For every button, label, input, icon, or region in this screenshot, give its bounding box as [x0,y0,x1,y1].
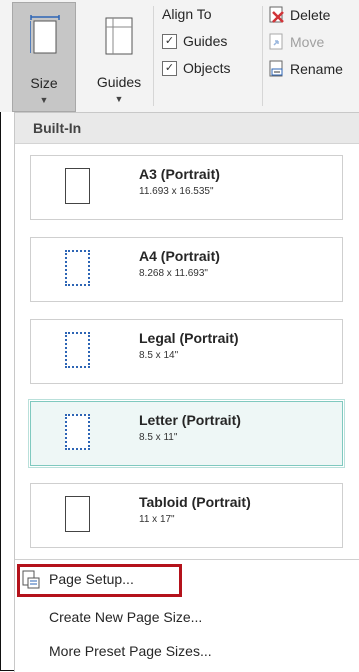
page-portrait-icon [65,414,90,450]
preset-dimensions: 8.268 x 11.693" [139,268,208,279]
delete-label: Delete [290,7,331,23]
preset-legal[interactable]: Legal (Portrait) 8.5 x 14" [30,319,343,384]
preset-name: A3 (Portrait) [139,166,220,182]
preset-a3[interactable]: A3 (Portrait) 11.693 x 16.535" [30,155,343,220]
move-page-icon [269,33,283,50]
preset-dimensions: 8.5 x 14" [139,350,179,361]
size-dropdown-panel: Built-In A3 (Portrait) 11.693 x 16.535" … [14,112,359,672]
checkmark-icon: ✓ [162,33,177,49]
preset-name: Tabloid (Portrait) [139,494,251,510]
rename-button[interactable]: Rename [268,60,343,78]
checkmark-icon: ✓ [162,60,177,76]
preset-a4[interactable]: A4 (Portrait) 8.268 x 11.693" [30,237,343,302]
menu-divider [15,559,359,560]
align-guides-label: Guides [183,33,228,49]
preset-tabloid[interactable]: Tabloid (Portrait) 11 x 17" [30,483,343,548]
ribbon: Size ▼ Guides ▼ Align To ✓ Guides ✓ Obje… [0,0,359,112]
chevron-down-icon: ▼ [39,95,49,105]
rename-page-icon [269,60,283,77]
size-button-label: Size [30,75,58,91]
rename-label: Rename [290,61,343,77]
more-preset-page-sizes-menu-item[interactable]: More Preset Page Sizes... [49,643,212,659]
ribbon-divider [262,6,263,106]
guides-icon [105,17,133,55]
page-size-icon [30,15,60,54]
size-button[interactable]: Size ▼ [12,2,76,112]
guides-button[interactable]: Guides ▼ [88,2,150,112]
align-objects-checkbox[interactable]: ✓ Objects [162,60,230,76]
page-portrait-icon [65,250,90,286]
delete-button[interactable]: Delete [268,6,330,24]
page-setup-highlight [17,564,182,597]
ribbon-divider [153,6,154,106]
align-guides-checkbox[interactable]: ✓ Guides [162,33,227,49]
preset-dimensions: 11 x 17" [139,514,175,525]
preset-dimensions: 8.5 x 11" [139,432,178,443]
page-portrait-icon [65,168,90,204]
chevron-down-icon: ▼ [114,94,124,104]
built-in-header: Built-In [15,113,359,144]
preset-dimensions: 11.693 x 16.535" [139,186,214,197]
preset-name: Legal (Portrait) [139,330,239,346]
page-portrait-icon [65,332,90,368]
preset-name: A4 (Portrait) [139,248,220,264]
delete-page-icon [269,6,284,23]
guides-button-label: Guides [96,74,142,90]
preset-letter[interactable]: Letter (Portrait) 8.5 x 11" [28,399,345,468]
built-in-label: Built-In [33,120,82,136]
move-button[interactable]: Move [268,33,324,51]
align-objects-label: Objects [183,60,231,76]
preset-name: Letter (Portrait) [139,412,241,428]
align-to-label: Align To [162,6,212,22]
create-new-page-size-menu-item[interactable]: Create New Page Size... [49,609,202,625]
move-label: Move [290,34,325,50]
page-portrait-icon [65,496,90,532]
